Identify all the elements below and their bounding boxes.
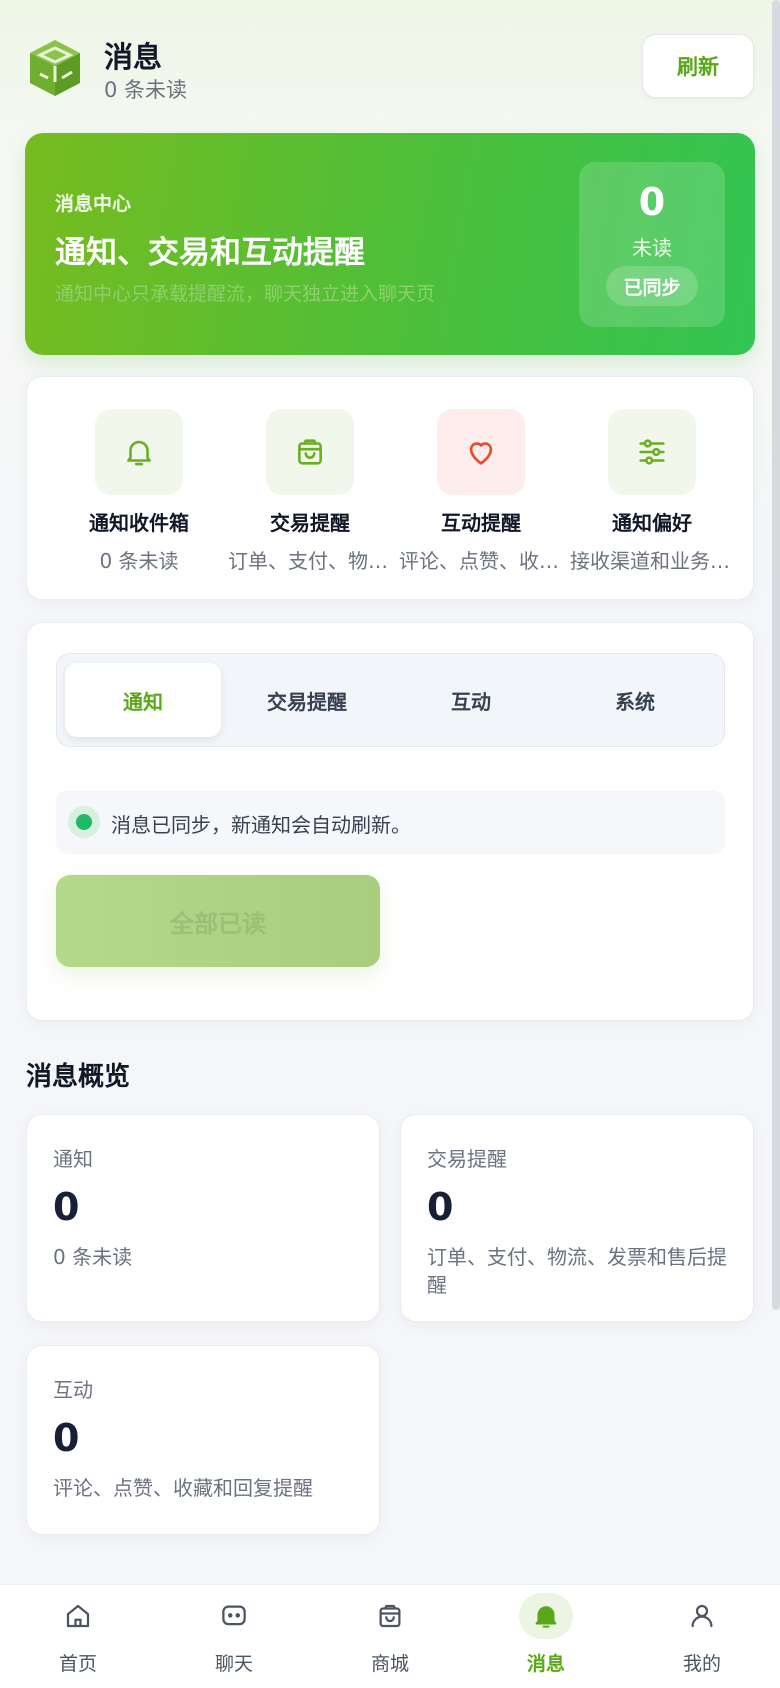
overview-card-count: 0 <box>427 1185 454 1229</box>
sync-status-bar: 消息已同步，新通知会自动刷新。 <box>56 790 725 854</box>
overview-card-interaction[interactable]: 互动 0 评论、点赞、收藏和回复提醒 <box>26 1345 380 1535</box>
quick-entry-label: 通知偏好 <box>612 511 692 535</box>
message-center-banner: 消息中心 通知、交易和互动提醒 通知中心只承载提醒流，聊天独立进入聊天页 0 未… <box>25 133 755 355</box>
tab-system[interactable]: 系统 <box>557 663 713 737</box>
notification-panel: 通知 交易提醒 互动 系统 消息已同步，新通知会自动刷新。 全部已读 <box>26 622 754 1021</box>
unread-stat-box: 0 未读 已同步 <box>579 162 725 327</box>
nav-label: 商城 <box>370 1653 409 1675</box>
scrollbar[interactable] <box>772 0 780 1310</box>
home-icon <box>51 1593 105 1639</box>
nav-label: 聊天 <box>214 1653 253 1675</box>
nav-mall[interactable]: 商城 <box>312 1585 468 1688</box>
quick-entry-preferences[interactable]: 通知偏好 接收渠道和业务提醒设置 <box>566 409 738 579</box>
bell-icon <box>519 1593 573 1639</box>
nav-label: 首页 <box>58 1653 97 1675</box>
quick-entry-inbox[interactable]: 通知收件箱 0 条未读 <box>53 409 225 579</box>
user-icon <box>675 1593 729 1639</box>
overview-card-desc: 订单、支付、物流、发票和售后提醒 <box>427 1245 727 1297</box>
quick-entry-interaction[interactable]: 互动提醒 评论、点赞、收藏和回复提醒 <box>395 409 567 579</box>
overview-card-trade[interactable]: 交易提醒 0 订单、支付、物流、发票和售后提醒 <box>400 1114 754 1322</box>
quick-entry-label: 通知收件箱 <box>89 511 189 535</box>
quick-entry-sub: 0 条未读 <box>99 549 179 573</box>
overview-card-desc: 0 条未读 <box>53 1245 133 1269</box>
banner-kicker: 消息中心 <box>55 193 132 215</box>
sync-status-badge: 已同步 <box>606 266 698 306</box>
chat-icon <box>207 1593 261 1639</box>
shopping-bag-icon <box>266 409 354 495</box>
overview-title: 消息概览 <box>26 1062 131 1092</box>
refresh-button[interactable]: 刷新 <box>642 34 754 98</box>
nav-profile[interactable]: 我的 <box>624 1585 780 1688</box>
quick-entry-sub: 接收渠道和业务提醒设置 <box>570 549 738 573</box>
page-header: 消息 0 条未读 刷新 <box>26 30 754 102</box>
unread-count: 0 <box>638 180 666 224</box>
quick-entry-label: 互动提醒 <box>441 511 521 535</box>
sliders-icon <box>608 409 696 495</box>
status-dot-icon <box>68 806 100 838</box>
quick-entry-card: 通知收件箱 0 条未读 交易提醒 订单、支付、物流、发票和售后提醒 互动提醒 评… <box>26 376 754 600</box>
shopping-bag-icon <box>363 1593 417 1639</box>
overview-card-desc: 评论、点赞、收藏和回复提醒 <box>53 1476 313 1500</box>
bell-icon <box>95 409 183 495</box>
quick-entry-sub: 订单、支付、物流、发票和售后提醒 <box>228 549 396 573</box>
quick-entry-label: 交易提醒 <box>270 511 350 535</box>
overview-card-label: 通知 <box>53 1147 93 1171</box>
tab-notifications[interactable]: 通知 <box>65 663 221 737</box>
heart-icon <box>437 409 525 495</box>
nav-home[interactable]: 首页 <box>0 1585 156 1688</box>
quick-entry-sub: 评论、点赞、收藏和回复提醒 <box>399 549 567 573</box>
tab-trade[interactable]: 交易提醒 <box>229 663 385 737</box>
nav-messages[interactable]: 消息 <box>468 1585 624 1688</box>
overview-card-count: 0 <box>53 1416 80 1460</box>
mark-all-read-button[interactable]: 全部已读 <box>56 875 380 967</box>
nav-label: 我的 <box>682 1653 721 1675</box>
overview-card-label: 交易提醒 <box>427 1147 507 1171</box>
page-title: 消息 <box>104 40 163 74</box>
unread-label: 未读 <box>632 236 672 260</box>
nav-chat[interactable]: 聊天 <box>156 1585 312 1688</box>
overview-card-count: 0 <box>53 1185 80 1229</box>
banner-description: 通知中心只承载提醒流，聊天独立进入聊天页 <box>55 283 436 305</box>
app-logo-icon <box>30 40 80 96</box>
bottom-navigation: 首页 聊天 商城 消息 我的 <box>0 1584 780 1688</box>
notification-tabs: 通知 交易提醒 互动 系统 <box>56 653 725 747</box>
banner-title: 通知、交易和互动提醒 <box>55 235 365 271</box>
unread-summary: 0 条未读 <box>104 78 188 102</box>
nav-label: 消息 <box>526 1653 565 1675</box>
overview-card-notifications[interactable]: 通知 0 0 条未读 <box>26 1114 380 1322</box>
overview-card-label: 互动 <box>53 1378 93 1402</box>
tab-interaction[interactable]: 互动 <box>393 663 549 737</box>
quick-entry-trade[interactable]: 交易提醒 订单、支付、物流、发票和售后提醒 <box>224 409 396 579</box>
sync-status-text: 消息已同步，新通知会自动刷新。 <box>111 813 411 837</box>
